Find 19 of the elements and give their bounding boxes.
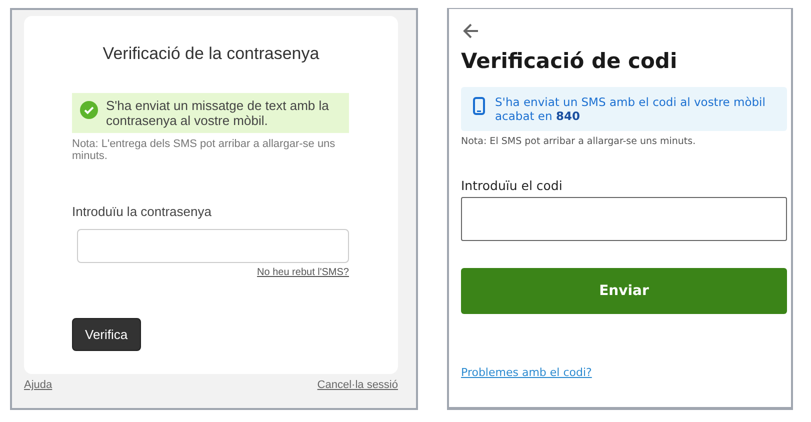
phone-icon [473,97,485,115]
send-button[interactable]: Enviar [461,268,787,314]
field-label: Introduïu la contrasenya [72,204,212,219]
note-text: Nota: El SMS pot arribar a allargar-se uns minuts. [461,136,697,147]
check-icon [80,101,98,119]
password-field[interactable] [77,229,349,263]
page-title: Verificació de la contrasenya [102,44,320,64]
field-label: Introduïu el codi [461,178,564,193]
resend-link[interactable]: No heu rebut l'SMS? [257,267,349,278]
note-text: Nota: L'entrega dels SMS pot arribar a allargar-se uns minuts. [72,138,336,162]
verify-button[interactable]: Verifica [72,318,141,351]
message-text: S'ha enviat un SMS amb el codi al vostre mòbil acabat en 840 [495,95,766,123]
code-problems-link[interactable]: Problemes amb el codi? [461,366,592,379]
page-title: Verificació de codi [461,49,678,73]
back-arrow-icon[interactable] [461,21,481,41]
logout-link[interactable]: Cancel·la sessió [317,379,398,391]
message-text: S'ha enviat un missatge de text amb la contrasenya al vostre mòbil. [106,98,330,128]
help-link[interactable]: Ajuda [24,379,52,391]
code-field[interactable] [461,197,787,241]
